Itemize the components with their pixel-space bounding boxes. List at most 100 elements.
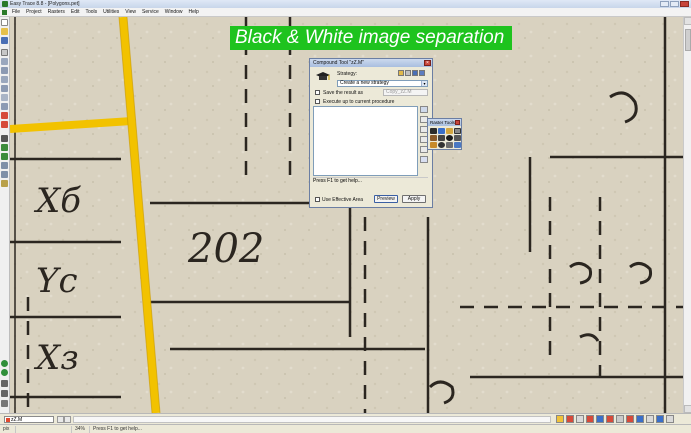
layer-info-icon[interactable] [596, 415, 604, 423]
menu-service[interactable]: Service [139, 9, 162, 15]
layer-grid-icon[interactable] [616, 415, 624, 423]
layer-green-icon[interactable] [1, 360, 8, 367]
color-separation-icon[interactable] [438, 128, 445, 134]
properties-icon[interactable] [1, 400, 8, 407]
menu-project[interactable]: Project [23, 9, 45, 15]
preview-button[interactable]: Preview [374, 195, 398, 203]
layer-filter-icon[interactable] [636, 415, 644, 423]
raster-tools-palette: Raster Tools [427, 118, 462, 150]
layer-props-icon[interactable] [646, 415, 654, 423]
layer-list-icon[interactable] [576, 415, 584, 423]
tile-icon[interactable] [454, 142, 461, 148]
menu-view[interactable]: View [122, 9, 139, 15]
layer-color-icon [6, 418, 10, 422]
trace-icon[interactable] [1, 144, 8, 151]
dialog-title-bar: Compound Tool "zZ.M" × [310, 59, 432, 67]
layer-visible-icon[interactable] [566, 415, 574, 423]
apply-button[interactable]: Apply [402, 195, 426, 203]
layer-delete-icon[interactable] [586, 415, 594, 423]
brightness-icon[interactable] [446, 128, 453, 134]
procedure-list[interactable] [313, 106, 418, 176]
save-result-input[interactable]: Copy_zZ.M [383, 89, 428, 96]
ring-icon[interactable] [1, 103, 8, 110]
raster-tools-title-bar: Raster Tools [428, 119, 461, 126]
menu-rasters[interactable]: Rasters [45, 9, 68, 15]
chevron-down-icon[interactable]: ▾ [421, 81, 427, 86]
layer-more-icon[interactable] [666, 415, 674, 423]
window-title: Easy Trace 8.8 - [Polygons.pet] [10, 1, 80, 7]
contrast-icon[interactable] [446, 135, 453, 141]
status-units: pix [0, 426, 16, 433]
execute-checkbox[interactable] [315, 99, 320, 104]
brush-icon[interactable] [430, 142, 437, 148]
selected-tool-icon[interactable] [454, 128, 461, 134]
scroll-thumb[interactable] [685, 29, 691, 51]
trace-auto-icon[interactable] [1, 153, 8, 160]
layers-icon[interactable] [446, 142, 453, 148]
curve-icon[interactable] [1, 67, 8, 74]
procedure-options-icon[interactable] [420, 106, 428, 113]
menu-file[interactable]: File [9, 9, 23, 15]
layer-snap-icon[interactable] [606, 415, 614, 423]
save-icon[interactable] [1, 37, 8, 44]
layer-lock-icon[interactable] [556, 415, 564, 423]
minimize-button[interactable] [660, 1, 669, 7]
histogram-icon[interactable] [438, 135, 445, 141]
layer-toolbar [556, 415, 674, 423]
zoom-icon[interactable] [1, 180, 8, 187]
status-bar: pix 34% Press F1 to get help... [0, 424, 691, 433]
scroll-up-icon[interactable] [684, 17, 691, 25]
measure-icon[interactable] [1, 162, 8, 169]
open-strategy-icon[interactable] [398, 70, 404, 76]
layer-green-2-icon[interactable] [1, 369, 8, 376]
scroll-down-icon[interactable] [684, 405, 691, 413]
open-folder-icon[interactable] [1, 28, 8, 35]
maximize-button[interactable] [670, 1, 679, 7]
polyline-icon[interactable] [1, 58, 8, 65]
filter-icon[interactable] [430, 135, 437, 141]
strategy-select[interactable]: Create a new strategy ▾ [337, 80, 428, 87]
save-as-strategy-icon[interactable] [419, 70, 425, 76]
raster-tools-title: Raster Tools [430, 120, 455, 125]
circle-icon[interactable] [1, 94, 8, 101]
dialog-close-button[interactable]: × [424, 60, 431, 66]
edit-strategy-icon[interactable] [405, 70, 411, 76]
app-icon [2, 1, 8, 7]
tab-next-icon[interactable] [64, 416, 71, 423]
text-icon[interactable] [1, 135, 8, 142]
map-label: Xз [33, 338, 79, 378]
menu-edit[interactable]: Edit [68, 9, 83, 15]
close-button[interactable] [680, 1, 689, 7]
raster-tools-close-button[interactable] [455, 120, 460, 125]
rotate-icon[interactable] [1, 171, 8, 178]
pen-icon[interactable] [1, 121, 8, 128]
menu-tools[interactable]: Tools [82, 9, 100, 15]
grid-cells-icon[interactable] [454, 135, 461, 141]
save-result-checkbox[interactable] [315, 90, 320, 95]
tab-strip[interactable] [73, 416, 551, 423]
menu-help[interactable]: Help [186, 9, 202, 15]
strategy-value: Create a new strategy [340, 80, 389, 86]
layer-export-icon[interactable] [656, 415, 664, 423]
half-circle-icon[interactable] [438, 142, 445, 148]
settings-icon[interactable] [420, 156, 428, 163]
save-strategy-icon[interactable] [412, 70, 418, 76]
tab-prev-icon[interactable] [57, 416, 64, 423]
ruler-icon[interactable] [1, 390, 8, 397]
binarize-icon[interactable] [430, 128, 437, 134]
node-icon[interactable] [1, 76, 8, 83]
menu-window[interactable]: Window [162, 9, 186, 15]
effective-area-checkbox[interactable] [315, 197, 320, 202]
active-layer-select[interactable]: zZ.M [4, 416, 54, 423]
menu-utilities[interactable]: Utilities [100, 9, 122, 15]
split-icon[interactable] [1, 85, 8, 92]
layer-edit-icon[interactable] [626, 415, 634, 423]
select-icon[interactable] [1, 49, 8, 56]
strategy-label: Strategy: [337, 71, 358, 77]
vertical-scrollbar[interactable] [683, 17, 691, 413]
window-controls [660, 1, 689, 7]
new-file-icon[interactable] [1, 19, 8, 26]
map-label: Xб [33, 181, 81, 221]
grid-icon[interactable] [1, 380, 8, 387]
eraser-icon[interactable] [1, 112, 8, 119]
